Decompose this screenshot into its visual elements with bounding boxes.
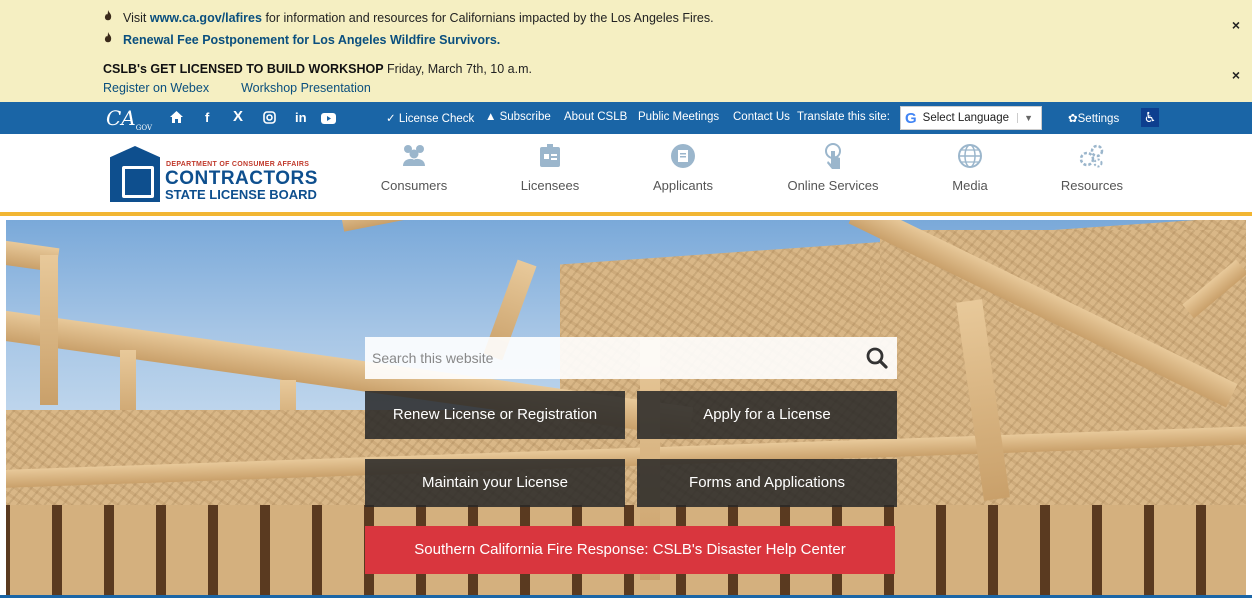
nav-applicants[interactable]: Applicants	[628, 142, 738, 193]
maintain-license-button[interactable]: Maintain your License	[365, 459, 625, 507]
logo-slb-text: STATE LICENSE BOARD	[165, 187, 317, 202]
settings-label: Settings	[1077, 113, 1120, 125]
nav-media-label: Media	[952, 178, 988, 193]
workshop-links: Register on Webex Workshop Presentation	[103, 81, 403, 95]
ca-logo-sub: GOV	[135, 124, 153, 132]
document-icon	[668, 142, 698, 170]
close-alert-icon[interactable]: ×	[1228, 17, 1244, 33]
forms-applications-button[interactable]: Forms and Applications	[637, 459, 897, 507]
fire-icon	[103, 32, 115, 47]
register-webex-link[interactable]: Register on Webex	[103, 81, 209, 95]
facebook-icon[interactable]: f	[205, 110, 209, 125]
settings-link[interactable]: ✿Settings	[1068, 111, 1119, 125]
alert-lafires: Visit www.ca.gov/lafires for information…	[103, 10, 714, 25]
youtube-icon[interactable]	[321, 112, 336, 127]
globe-icon	[955, 142, 985, 170]
instagram-icon[interactable]	[263, 111, 276, 127]
hero-right-edge	[1246, 220, 1252, 598]
lafires-link[interactable]: www.ca.gov/lafires	[150, 11, 262, 25]
hero-section: Renew License or Registration Apply for …	[0, 220, 1252, 598]
gears-icon	[1077, 142, 1107, 170]
contact-us-link[interactable]: Contact Us	[733, 111, 790, 123]
logo-contractors-text: CONTRACTORS	[165, 168, 318, 189]
google-icon: G	[905, 109, 917, 127]
alert-banner: Visit www.ca.gov/lafires for information…	[0, 0, 1252, 102]
nav-consumers-label: Consumers	[380, 178, 448, 193]
cslb-logo[interactable]: DEPARTMENT OF CONSUMER AFFAIRS CONTRACTO…	[110, 144, 335, 204]
nav-licensees[interactable]: Licensees	[495, 142, 605, 193]
nav-resources-label: Resources	[1060, 178, 1124, 193]
language-select[interactable]: G Select Language ▼	[900, 106, 1042, 130]
nav-consumers[interactable]: Consumers	[359, 142, 469, 193]
alert-fee-postponement[interactable]: Renewal Fee Postponement for Los Angeles…	[103, 32, 500, 47]
gear-icon: ✿	[1068, 113, 1078, 125]
id-card-icon	[535, 142, 565, 170]
about-cslb-link[interactable]: About CSLB	[564, 111, 627, 123]
nav-media[interactable]: Media	[915, 142, 1025, 193]
accessibility-icon[interactable]: ♿	[1141, 108, 1159, 127]
x-twitter-icon[interactable]: X	[233, 108, 243, 125]
cslb-badge-icon	[110, 146, 160, 202]
logo-dca-text: DEPARTMENT OF CONSUMER AFFAIRS	[166, 161, 310, 168]
alert-lafires-suffix: for information and resources for Califo…	[261, 11, 714, 25]
ca-logo-text: CA	[106, 106, 136, 130]
close-workshop-icon[interactable]: ×	[1228, 67, 1244, 83]
fire-response-button[interactable]: Southern California Fire Response: CSLB'…	[365, 526, 895, 574]
license-check-link[interactable]: ✓ License Check	[386, 111, 474, 125]
nav-applicants-label: Applicants	[653, 178, 713, 193]
utility-bar: CAGOV f X in ✓ License Check ▲ Subscribe…	[0, 102, 1252, 134]
language-select-value: Select Language	[922, 112, 1009, 124]
workshop-title: CSLB's GET LICENSED TO BUILD WORKSHOP	[103, 62, 384, 76]
translate-label: Translate this site:	[797, 111, 890, 123]
nav-resources[interactable]: Resources	[1037, 142, 1147, 193]
fee-postponement-link[interactable]: Renewal Fee Postponement for Los Angeles…	[123, 33, 500, 47]
search-input[interactable]	[365, 337, 857, 379]
workshop-notice: CSLB's GET LICENSED TO BUILD WORKSHOP Fr…	[103, 62, 532, 76]
search-bar	[365, 337, 897, 379]
subscribe-label: Subscribe	[499, 111, 551, 123]
fire-icon	[103, 10, 115, 25]
bell-icon: ▲	[485, 111, 497, 123]
workshop-presentation-link[interactable]: Workshop Presentation	[241, 81, 371, 95]
apply-license-button[interactable]: Apply for a License	[637, 391, 897, 439]
public-meetings-link[interactable]: Public Meetings	[638, 111, 719, 123]
dropdown-arrow-icon: ▼	[1017, 113, 1033, 123]
nav-licensees-label: Licensees	[520, 178, 580, 193]
search-icon[interactable]	[857, 337, 897, 379]
people-icon	[399, 142, 429, 170]
renew-license-button[interactable]: Renew License or Registration	[365, 391, 625, 439]
workshop-date: Friday, March 7th, 10 a.m.	[383, 62, 532, 76]
alert-lafires-prefix: Visit	[123, 11, 150, 25]
linkedin-icon[interactable]: in	[295, 110, 307, 125]
subscribe-link[interactable]: ▲ Subscribe	[485, 111, 551, 123]
nav-online-services-label: Online Services	[787, 178, 879, 193]
ca-gov-logo[interactable]: CAGOV	[106, 106, 152, 132]
hero-left-edge	[0, 220, 6, 598]
home-icon[interactable]	[170, 111, 183, 126]
nav-online-services[interactable]: Online Services	[778, 142, 888, 193]
touch-icon	[818, 142, 848, 170]
site-header: DEPARTMENT OF CONSUMER AFFAIRS CONTRACTO…	[0, 134, 1252, 216]
